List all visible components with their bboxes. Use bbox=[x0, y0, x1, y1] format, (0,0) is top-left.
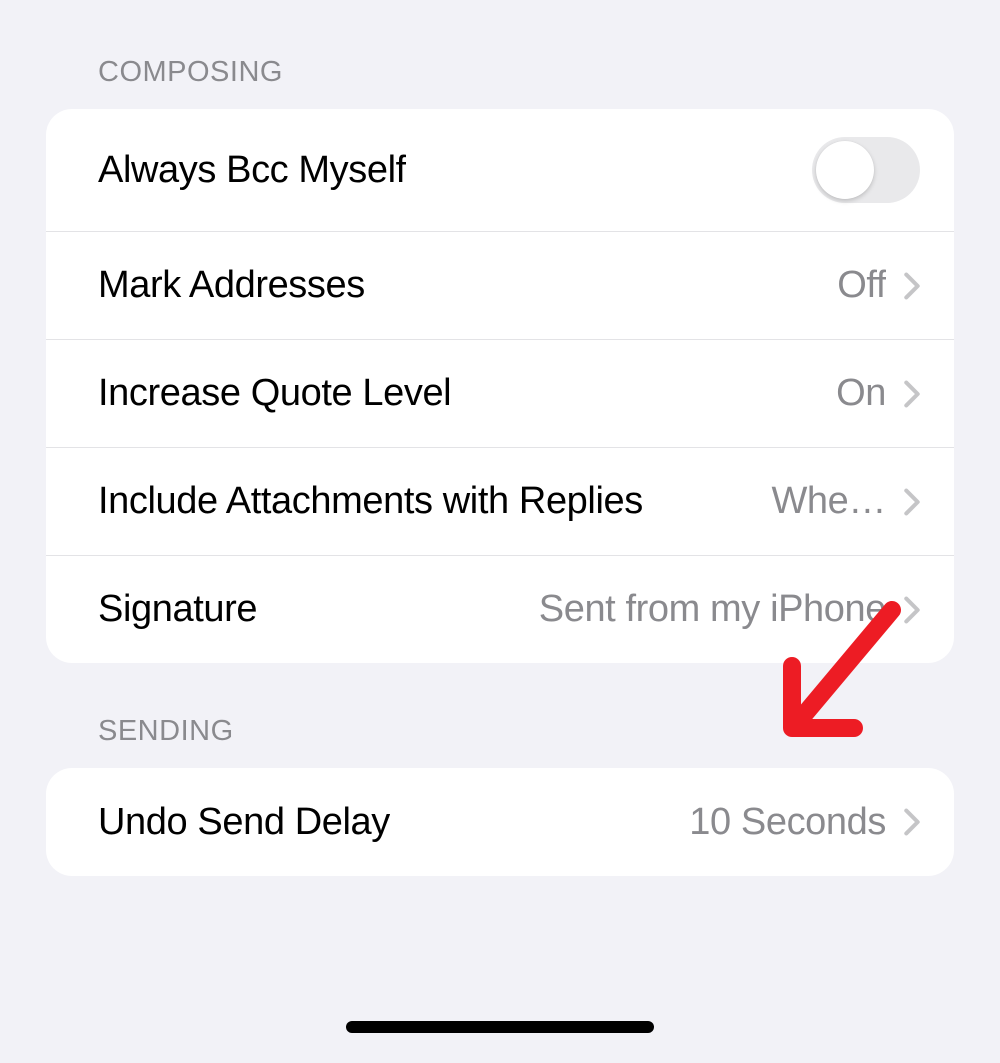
chevron-right-icon bbox=[904, 271, 920, 301]
section-header-composing: COMPOSING bbox=[0, 56, 1000, 109]
group-sending: Undo Send Delay 10 Seconds bbox=[46, 768, 954, 876]
settings-mail-screen: COMPOSING Always Bcc Myself Mark Address… bbox=[0, 0, 1000, 1063]
row-always-bcc-myself[interactable]: Always Bcc Myself bbox=[46, 109, 954, 231]
row-increase-quote-level[interactable]: Increase Quote Level On bbox=[46, 339, 954, 447]
row-label: Always Bcc Myself bbox=[98, 149, 406, 192]
row-value: 10 Seconds bbox=[677, 801, 886, 844]
chevron-right-icon bbox=[904, 379, 920, 409]
toggle-always-bcc-myself[interactable] bbox=[812, 137, 920, 203]
row-value: On bbox=[824, 372, 886, 415]
row-value: Sent from my iPhone bbox=[527, 588, 886, 631]
row-label: Mark Addresses bbox=[98, 264, 365, 307]
row-label: Undo Send Delay bbox=[98, 801, 390, 844]
toggle-knob bbox=[816, 141, 874, 199]
group-composing: Always Bcc Myself Mark Addresses Off Inc… bbox=[46, 109, 954, 663]
section-header-sending: SENDING bbox=[0, 715, 1000, 768]
row-mark-addresses[interactable]: Mark Addresses Off bbox=[46, 231, 954, 339]
chevron-right-icon bbox=[904, 807, 920, 837]
row-include-attachments[interactable]: Include Attachments with Replies Whe… bbox=[46, 447, 954, 555]
chevron-right-icon bbox=[904, 487, 920, 517]
row-undo-send-delay[interactable]: Undo Send Delay 10 Seconds bbox=[46, 768, 954, 876]
home-indicator[interactable] bbox=[346, 1021, 654, 1033]
row-label: Include Attachments with Replies bbox=[98, 480, 759, 523]
row-label: Increase Quote Level bbox=[98, 372, 451, 415]
row-value: Whe… bbox=[759, 480, 886, 523]
row-signature[interactable]: Signature Sent from my iPhone bbox=[46, 555, 954, 663]
row-value: Off bbox=[825, 264, 886, 307]
row-label: Signature bbox=[98, 588, 257, 631]
chevron-right-icon bbox=[904, 595, 920, 625]
